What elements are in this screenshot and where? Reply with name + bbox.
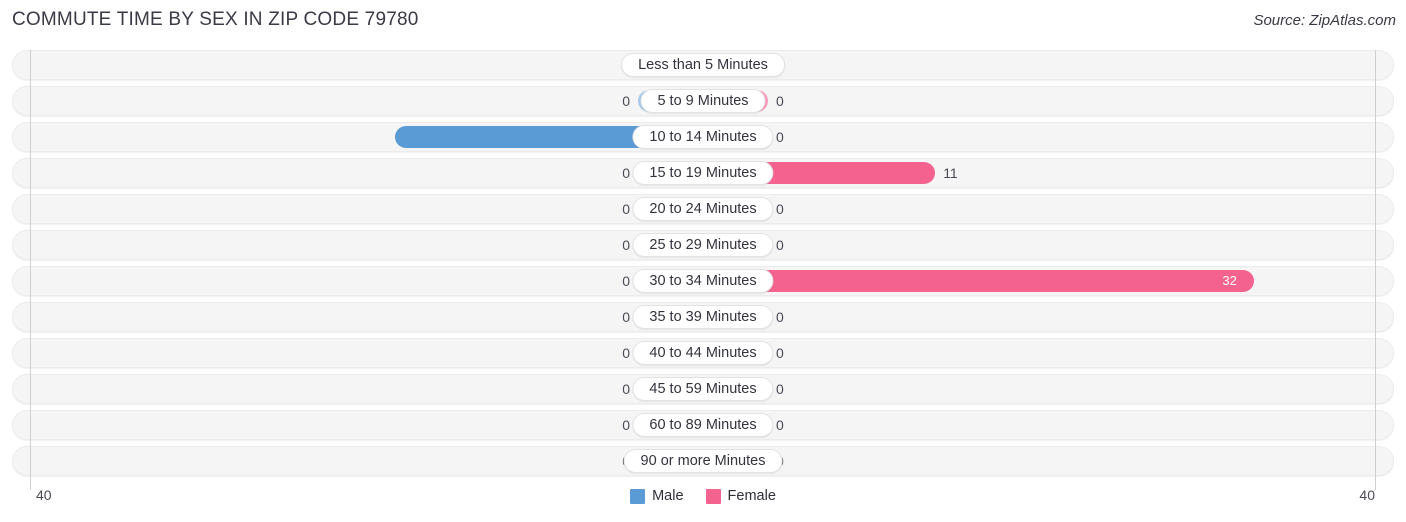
value-female: 11 (943, 165, 958, 181)
legend-item-female[interactable]: Female (705, 488, 776, 504)
table-row[interactable]: 0 0 45 to 59 Minutes (12, 374, 1394, 404)
table-row[interactable]: 0 11 15 to 19 Minutes (12, 158, 1394, 188)
value-male: 0 (622, 417, 630, 433)
table-row[interactable]: 0 0 20 to 24 Minutes (12, 194, 1394, 224)
plot-area: 00Less than 5 Minutes005 to 9 Minutes160… (0, 50, 1406, 490)
category-label: 30 to 34 Minutes (632, 269, 774, 293)
value-female: 0 (776, 201, 784, 217)
category-label: 45 to 59 Minutes (632, 377, 774, 401)
table-row[interactable]: 0 0 40 to 44 Minutes (12, 338, 1394, 368)
source-attribution: Source: ZipAtlas.com (1253, 12, 1396, 29)
value-female: 32 (1222, 273, 1237, 288)
legend-swatch-male-icon (630, 488, 646, 504)
commute-time-chart: COMMUTE TIME BY SEX IN ZIP CODE 79780 So… (0, 0, 1406, 522)
legend-swatch-female-icon (705, 488, 721, 504)
value-female: 0 (776, 417, 784, 433)
table-row[interactable]: 0 0 5 to 9 Minutes (12, 86, 1394, 116)
value-female: 0 (776, 93, 784, 109)
table-row[interactable]: 0090 or more Minutes (12, 446, 1394, 476)
legend: Male Female (0, 488, 1406, 504)
category-label: 5 to 9 Minutes (640, 89, 766, 113)
value-female: 0 (776, 345, 784, 361)
value-male: 0 (622, 381, 630, 397)
category-label: 35 to 39 Minutes (632, 305, 774, 329)
axis-line-right (1375, 50, 1376, 490)
table-row[interactable]: 0 0 35 to 39 Minutes (12, 302, 1394, 332)
category-label: 20 to 24 Minutes (632, 197, 774, 221)
category-label: 40 to 44 Minutes (632, 341, 774, 365)
category-label: Less than 5 Minutes (621, 53, 785, 77)
value-male: 0 (622, 201, 630, 217)
table-row[interactable]: 0 0 25 to 29 Minutes (12, 230, 1394, 260)
legend-label-female: Female (727, 488, 776, 504)
table-row[interactable]: 00Less than 5 Minutes (12, 50, 1394, 80)
legend-label-male: Male (652, 488, 684, 504)
chart-footer: 40 40 Male Female (0, 483, 1406, 522)
axis-line-left (30, 50, 31, 490)
table-row[interactable]: 0 32 30 to 34 Minutes (12, 266, 1394, 296)
value-female: 0 (776, 381, 784, 397)
category-label: 15 to 19 Minutes (632, 161, 774, 185)
bar-row-list: 00Less than 5 Minutes005 to 9 Minutes160… (0, 50, 1406, 482)
category-label: 90 or more Minutes (623, 449, 783, 473)
category-label: 60 to 89 Minutes (632, 413, 774, 437)
value-female: 0 (776, 237, 784, 253)
legend-item-male[interactable]: Male (630, 488, 684, 504)
table-row[interactable]: 16010 to 14 Minutes (12, 122, 1394, 152)
value-male: 0 (622, 309, 630, 325)
value-male: 0 (622, 93, 630, 109)
value-female: 0 (776, 129, 784, 145)
value-male: 0 (622, 237, 630, 253)
bar-female[interactable] (703, 270, 1255, 292)
value-male: 0 (622, 273, 630, 289)
value-male: 0 (622, 165, 630, 181)
category-label: 10 to 14 Minutes (632, 125, 774, 149)
category-label: 25 to 29 Minutes (632, 233, 774, 257)
table-row[interactable]: 0 0 60 to 89 Minutes (12, 410, 1394, 440)
value-male: 0 (622, 345, 630, 361)
value-female: 0 (776, 309, 784, 325)
page-title: COMMUTE TIME BY SEX IN ZIP CODE 79780 (12, 9, 419, 30)
